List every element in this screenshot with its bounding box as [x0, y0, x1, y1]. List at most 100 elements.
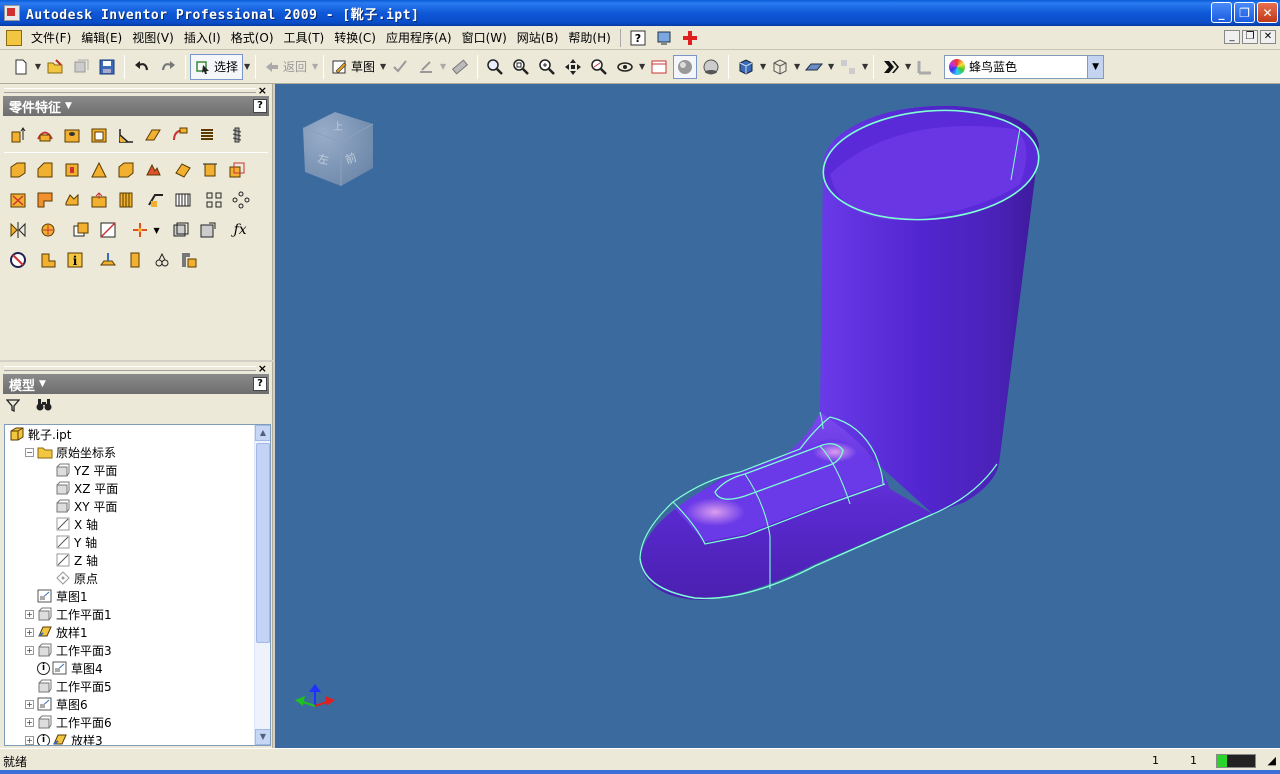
promote-icon[interactable] — [197, 219, 219, 241]
work-point-dropdown-icon[interactable]: ▼ — [154, 226, 160, 235]
feature-panel-header[interactable]: 零件特征 ▼ ? — [3, 96, 269, 116]
tree-item[interactable]: XZ 平面 — [5, 479, 270, 497]
insert-part-icon[interactable] — [124, 249, 146, 271]
coil-icon[interactable] — [196, 124, 218, 146]
chamfer-icon[interactable] — [34, 159, 56, 181]
tree-item[interactable]: − 原始坐标系 — [5, 443, 270, 461]
camera-icon[interactable] — [768, 55, 792, 79]
undo-icon[interactable] — [130, 55, 154, 79]
model-panel-close-button[interactable]: × — [258, 362, 267, 375]
tree-item[interactable]: + 草图6 — [5, 695, 270, 713]
feature-panel-help-button[interactable]: ? — [253, 99, 267, 113]
viewport-canvas[interactable]: 左 前 上 — [275, 84, 1280, 748]
angle-icon[interactable] — [913, 55, 937, 79]
tree-item[interactable]: 原点 — [5, 569, 270, 587]
grill-icon[interactable] — [172, 189, 194, 211]
zoom-icon[interactable] — [535, 55, 559, 79]
open-file-icon[interactable] — [43, 55, 67, 79]
circular-pattern-icon[interactable] — [230, 189, 252, 211]
menu-website[interactable]: 网站(B) — [512, 27, 564, 48]
tree-item[interactable]: 工作平面5 — [5, 677, 270, 695]
analyze-icon[interactable] — [151, 249, 173, 271]
shell-icon[interactable] — [88, 124, 110, 146]
tree-item[interactable]: YZ 平面 — [5, 461, 270, 479]
mold-design-icon[interactable] — [178, 249, 200, 271]
tree-scrollbar[interactable]: ▲ ▼ — [254, 425, 270, 745]
sculpt-icon[interactable] — [61, 189, 83, 211]
info-icon[interactable]: i — [37, 733, 50, 745]
close-button[interactable]: ✕ — [1257, 2, 1278, 23]
copy-object-icon[interactable] — [226, 159, 248, 181]
menu-convert[interactable]: 转换(C) — [329, 27, 381, 48]
info-icon[interactable]: i — [37, 661, 50, 675]
tree-item[interactable]: Y 轴 — [5, 533, 270, 551]
menu-window[interactable]: 窗口(W) — [457, 27, 512, 48]
minimize-button[interactable]: _ — [1211, 2, 1232, 23]
pan-icon[interactable] — [561, 55, 585, 79]
find-binoculars-icon[interactable] — [36, 398, 52, 415]
tree-item[interactable]: Z 轴 — [5, 551, 270, 569]
extrude-icon[interactable] — [7, 124, 29, 146]
shadow-display-icon[interactable] — [699, 55, 723, 79]
project-icon[interactable] — [69, 55, 93, 79]
rectangular-pattern-icon[interactable] — [203, 189, 225, 211]
scroll-up-arrow[interactable]: ▲ — [255, 425, 270, 441]
tree-item[interactable]: + i 放样3 — [5, 731, 270, 745]
tree-item[interactable]: 靴子.ipt — [5, 425, 270, 443]
menu-tools[interactable]: 工具(T) — [279, 27, 330, 48]
tree-item[interactable]: + 工作平面1 — [5, 605, 270, 623]
expand-icon[interactable]: + — [25, 717, 34, 727]
expand-icon[interactable]: + — [25, 645, 34, 655]
collapse-icon[interactable]: − — [25, 447, 34, 457]
place-content-icon[interactable] — [97, 249, 119, 271]
tree-item[interactable]: XY 平面 — [5, 497, 270, 515]
split-icon[interactable] — [88, 159, 110, 181]
menu-help[interactable]: 帮助(H) — [563, 27, 615, 48]
update-icon[interactable] — [388, 55, 412, 79]
redo-icon[interactable] — [156, 55, 180, 79]
add-plus-icon[interactable] — [680, 28, 700, 48]
mdi-minimize-button[interactable]: _ — [1224, 30, 1240, 44]
tree-item[interactable]: X 轴 — [5, 515, 270, 533]
shaded-display-icon[interactable] — [673, 54, 698, 79]
camera-dropdown-icon[interactable]: ▼ — [793, 62, 801, 71]
thicken-icon[interactable] — [115, 159, 137, 181]
bend-part-icon[interactable] — [145, 189, 167, 211]
work-point-feature-icon[interactable] — [129, 219, 151, 241]
zoom-selected-icon[interactable] — [587, 55, 611, 79]
look-at-icon[interactable] — [647, 55, 671, 79]
tree-item[interactable]: i 草图4 — [5, 659, 270, 677]
measure-icon[interactable] — [448, 55, 472, 79]
expand-icon[interactable]: + — [25, 609, 34, 619]
app-icon[interactable] — [4, 5, 20, 21]
maximize-button[interactable]: ❐ — [1234, 2, 1255, 23]
delete-face-icon[interactable] — [7, 189, 29, 211]
return-dropdown-icon[interactable]: ▼ — [311, 62, 319, 71]
new-file-icon[interactable] — [9, 55, 33, 79]
orbit-dropdown-icon[interactable]: ▼ — [638, 62, 646, 71]
tree-item[interactable]: + 放样1 — [5, 623, 270, 641]
emboss-icon[interactable] — [142, 159, 164, 181]
whats-this-help-icon[interactable]: ? — [628, 28, 648, 48]
thread-icon[interactable] — [226, 124, 248, 146]
sweep-icon[interactable] — [169, 124, 191, 146]
return-button[interactable]: 返回 — [260, 54, 311, 80]
ground-plane-dropdown-icon[interactable]: ▼ — [827, 62, 835, 71]
color-style-select[interactable]: 蜂鸟蓝色 ▼ — [944, 54, 1105, 79]
expand-icon[interactable]: + — [25, 699, 34, 709]
expand-icon[interactable]: + — [25, 735, 34, 745]
menu-format[interactable]: 格式(O) — [226, 27, 279, 48]
rebuild-icon[interactable] — [414, 55, 438, 79]
3d-viewport[interactable]: 左 前 上 — [275, 84, 1280, 748]
view-cube[interactable]: 左 前 上 — [302, 112, 374, 186]
mdi-close-button[interactable]: ✕ — [1260, 30, 1276, 44]
chevron-down-icon[interactable]: ▼ — [1087, 55, 1104, 78]
component-icon[interactable] — [836, 55, 860, 79]
mirror-icon[interactable] — [7, 219, 29, 241]
replace-face-icon[interactable] — [34, 189, 56, 211]
model-panel-header[interactable]: 模型 ▼ ? — [3, 374, 269, 394]
new-dropdown-icon[interactable]: ▼ — [34, 62, 42, 71]
ifeature-icon[interactable]: i — [64, 249, 86, 271]
scroll-down-arrow[interactable]: ▼ — [255, 729, 270, 745]
menu-file[interactable]: 文件(F) — [26, 27, 76, 48]
